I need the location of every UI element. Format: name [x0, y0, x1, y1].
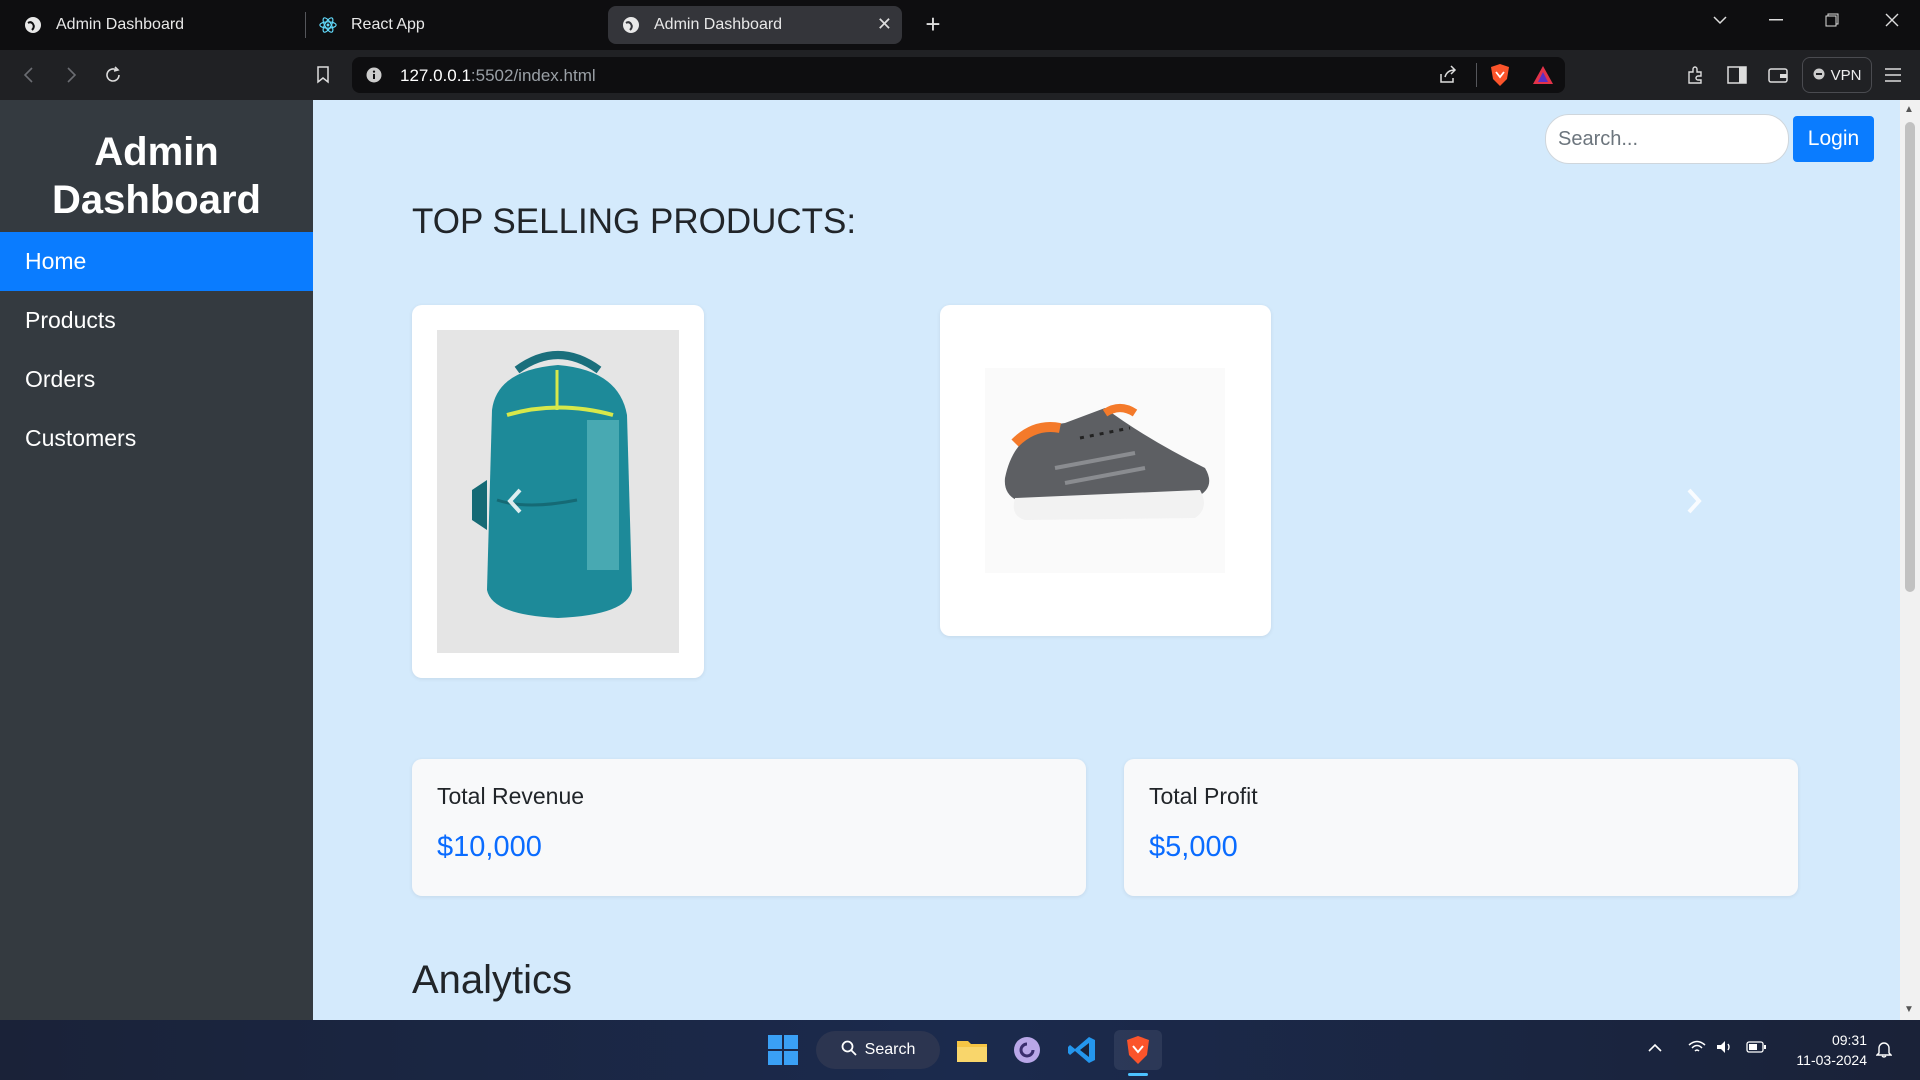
bookmark-icon[interactable]: [310, 62, 336, 88]
main-content: Search... Login TOP SELLING PRODUCTS: To…: [313, 100, 1900, 1020]
app-swirl-icon[interactable]: [1007, 1030, 1047, 1070]
taskbar-search-label: Search: [864, 1041, 916, 1058]
extensions-icon[interactable]: [1682, 62, 1708, 88]
stat-label: Total Revenue: [437, 783, 585, 809]
omnibox-divider: [1476, 63, 1477, 87]
login-button[interactable]: Login: [1793, 116, 1874, 162]
reload-icon[interactable]: [100, 62, 126, 88]
sidebar-brand: Admin Dashboard: [52, 130, 261, 222]
windows-taskbar: Search 09:31 11-03-2024: [0, 1020, 1920, 1080]
sidebar-toggle-icon[interactable]: [1724, 62, 1750, 88]
wallet-icon[interactable]: [1765, 62, 1791, 88]
search-input[interactable]: Search...: [1545, 114, 1789, 164]
share-icon[interactable]: [1438, 65, 1458, 90]
address-bar[interactable]: 127.0.0.1:5502/index.html: [352, 57, 1565, 93]
vpn-shield-icon: [1813, 67, 1825, 84]
clock-date: 11-03-2024: [1796, 1052, 1867, 1068]
brave-shields-icon[interactable]: [1489, 63, 1511, 92]
vscode-icon[interactable]: [1062, 1030, 1102, 1070]
react-icon: [319, 16, 337, 34]
tab-admin-dashboard-active[interactable]: Admin Dashboard ✕: [608, 6, 902, 44]
volume-icon[interactable]: [1716, 1040, 1734, 1057]
carousel-next-icon[interactable]: [1686, 488, 1702, 519]
browser-tab-bar: Admin Dashboard React App Admin Dashboar…: [0, 0, 1920, 50]
sidebar-item-orders[interactable]: Orders: [0, 350, 313, 409]
product-card-sneakers[interactable]: [940, 305, 1271, 636]
back-icon[interactable]: [16, 62, 42, 88]
windows-start-icon[interactable]: [763, 1030, 803, 1070]
analytics-title: Analytics: [412, 958, 573, 1002]
restore-icon[interactable]: [1804, 0, 1860, 40]
tab-title: Admin Dashboard: [56, 16, 185, 33]
close-tab-icon[interactable]: ✕: [877, 14, 892, 35]
total-revenue-card: Total Revenue $10,000: [412, 759, 1086, 896]
notification-bell-icon[interactable]: [1875, 1040, 1893, 1061]
page-viewport: Admin Dashboard Home Products Orders Cus…: [0, 100, 1920, 1020]
stat-label: Total Profit: [1149, 783, 1258, 809]
url-text: 127.0.0.1:5502/index.html: [400, 66, 596, 85]
page-scrollbar[interactable]: ▲ ▼: [1900, 100, 1920, 1020]
clock-time: 09:31: [1831, 1032, 1867, 1048]
wifi-icon[interactable]: [1688, 1040, 1706, 1057]
sidebar: Admin Dashboard Home Products Orders Cus…: [0, 100, 313, 1020]
taskbar-search-button[interactable]: Search: [816, 1031, 940, 1069]
tab-title: React App: [351, 16, 425, 33]
sidebar-item-products[interactable]: Products: [0, 291, 313, 350]
brave-rewards-icon[interactable]: [1532, 65, 1554, 90]
scroll-up-icon[interactable]: ▲: [1904, 104, 1914, 115]
scroll-down-icon[interactable]: ▼: [1904, 1004, 1914, 1015]
show-hidden-icons-chevron-icon[interactable]: [1648, 1040, 1662, 1056]
sidebar-item-customers[interactable]: Customers: [0, 409, 313, 468]
brave-browser-icon[interactable]: [1114, 1030, 1162, 1070]
file-explorer-icon[interactable]: [952, 1030, 992, 1070]
new-tab-button[interactable]: +: [918, 10, 948, 40]
vpn-button[interactable]: VPN: [1802, 57, 1872, 93]
sneakers-image: [985, 368, 1225, 573]
tab-react-app[interactable]: React App: [305, 6, 595, 44]
battery-icon[interactable]: [1746, 1040, 1766, 1056]
forward-icon[interactable]: [58, 62, 84, 88]
active-app-indicator: [1128, 1073, 1148, 1076]
top-products-title: TOP SELLING PRODUCTS:: [412, 202, 857, 241]
system-clock[interactable]: 09:31 11-03-2024: [1796, 1030, 1867, 1070]
search-icon: [841, 1040, 857, 1061]
globe-icon: [24, 16, 42, 34]
tab-title: Admin Dashboard: [654, 16, 783, 33]
browser-toolbar: 127.0.0.1:5502/index.html VPN: [0, 50, 1920, 100]
stat-value: $5,000: [1149, 831, 1238, 863]
site-info-icon[interactable]: [366, 67, 382, 88]
scroll-thumb[interactable]: [1905, 122, 1915, 592]
tab-search-chevron-icon[interactable]: [1692, 0, 1748, 40]
minimize-icon[interactable]: [1748, 0, 1804, 40]
menu-icon[interactable]: [1880, 62, 1906, 88]
tab-admin-dashboard-1[interactable]: Admin Dashboard: [10, 6, 300, 44]
stat-value: $10,000: [437, 831, 542, 863]
backpack-image: [437, 330, 679, 653]
carousel-prev-icon[interactable]: [507, 488, 523, 519]
close-window-icon[interactable]: [1864, 0, 1920, 40]
globe-icon: [622, 16, 640, 34]
vpn-label: VPN: [1830, 66, 1862, 84]
sidebar-item-home[interactable]: Home: [0, 232, 313, 291]
product-card-backpack[interactable]: [412, 305, 704, 678]
total-profit-card: Total Profit $5,000: [1124, 759, 1798, 896]
